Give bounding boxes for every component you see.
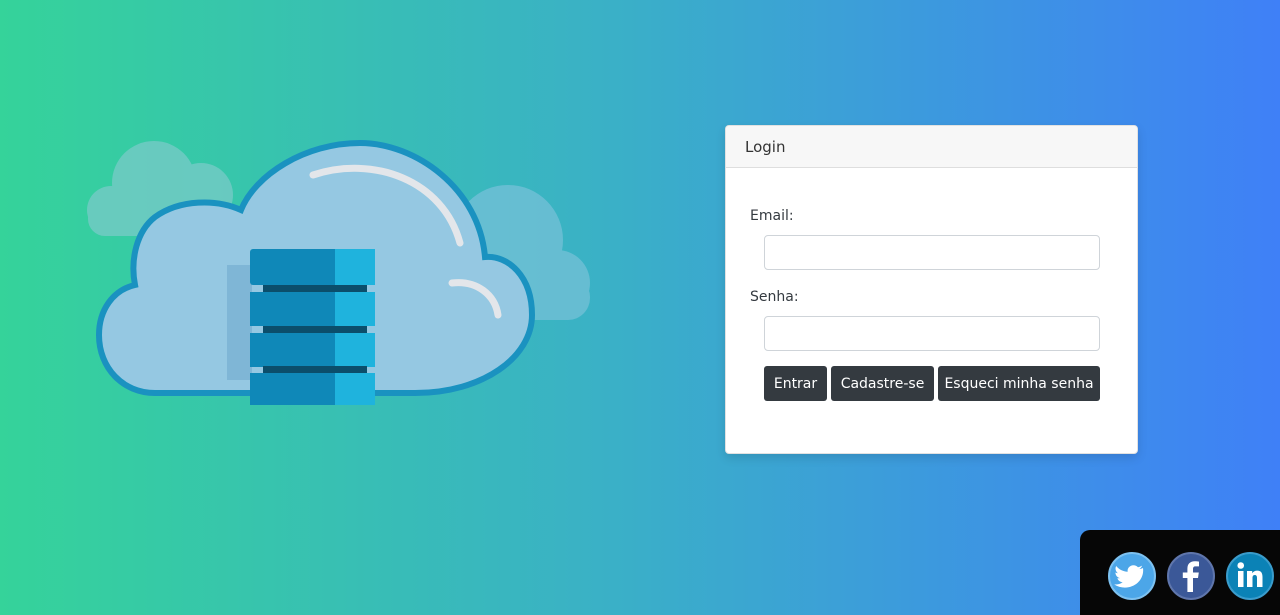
password-label: Senha: bbox=[750, 289, 799, 305]
linkedin-in-icon bbox=[1237, 562, 1263, 587]
social-bar bbox=[1080, 530, 1280, 615]
twitter-bird-icon bbox=[1114, 565, 1144, 588]
twitter-icon[interactable] bbox=[1108, 552, 1156, 600]
email-field[interactable] bbox=[764, 235, 1100, 270]
login-card-title: Login bbox=[745, 138, 786, 156]
email-label: Email: bbox=[750, 208, 794, 224]
cloud-server-illustration bbox=[85, 135, 595, 415]
forgot-password-button[interactable]: Esqueci minha senha bbox=[938, 366, 1100, 401]
register-button[interactable]: Cadastre-se bbox=[831, 366, 934, 401]
password-field[interactable] bbox=[764, 316, 1100, 351]
login-page: Login Email: Senha: Entrar Cadastre-se E… bbox=[0, 0, 1280, 615]
facebook-f-icon bbox=[1182, 561, 1199, 592]
linkedin-icon[interactable] bbox=[1226, 552, 1274, 600]
cloud-server-icon bbox=[87, 139, 590, 405]
login-button[interactable]: Entrar bbox=[764, 366, 827, 401]
facebook-icon[interactable] bbox=[1167, 552, 1215, 600]
login-card: Login Email: Senha: Entrar Cadastre-se E… bbox=[725, 125, 1138, 454]
login-card-header: Login bbox=[726, 126, 1137, 168]
